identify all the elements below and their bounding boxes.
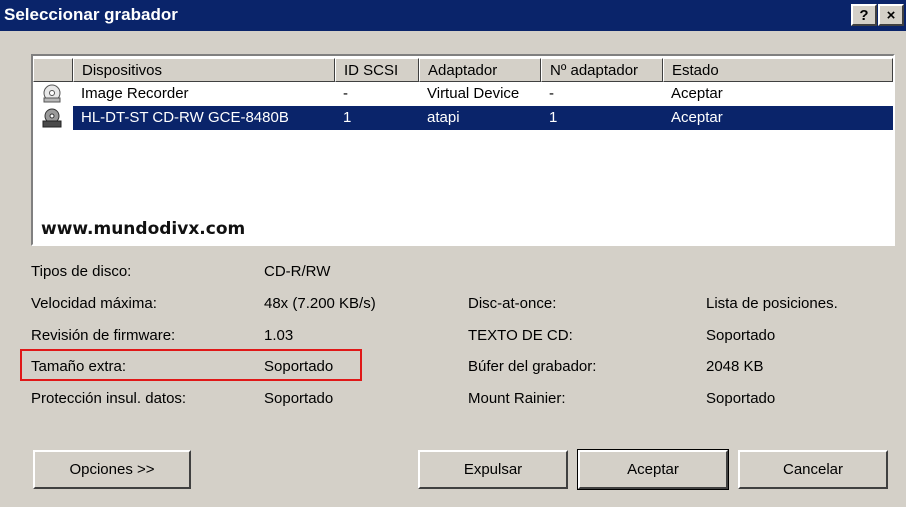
column-header-icon[interactable] [33, 58, 73, 82]
cancel-button[interactable]: Cancelar [738, 450, 888, 489]
adapter-number: 1 [549, 109, 558, 126]
data-protection-label: Protección insul. datos: [31, 390, 187, 407]
status: Aceptar [671, 85, 723, 102]
cd-text-value: Soportado [706, 327, 776, 344]
cd-text-label: TEXTO DE CD: [468, 327, 573, 344]
accept-button[interactable]: Aceptar [577, 449, 729, 490]
column-header-devices[interactable]: Dispositivos [73, 58, 335, 82]
data-protection-value: Soportado [264, 390, 334, 407]
scsi-id: 1 [343, 109, 352, 126]
adapter-number: - [549, 85, 554, 102]
mount-rainier-label: Mount Rainier: [468, 390, 566, 407]
disc-types-value: CD-R/RW [264, 263, 331, 280]
table-row-selected[interactable]: HL-DT-ST CD-RW GCE-8480B 1 atapi 1 Acept… [73, 106, 893, 130]
eject-button[interactable]: Expulsar [418, 450, 568, 489]
dao-label: Disc-at-once: [468, 295, 557, 312]
column-header-adapter-number[interactable]: Nº adaptador [541, 58, 663, 82]
close-button[interactable]: × [878, 4, 904, 26]
firmware-label: Revisión de firmware: [31, 327, 176, 344]
max-speed-label: Velocidad máxima: [31, 295, 157, 312]
dao-value: Lista de posiciones. [706, 295, 838, 312]
mount-rainier-value: Soportado [706, 390, 776, 407]
cd-drive-icon [42, 108, 62, 128]
help-button[interactable]: ? [851, 4, 877, 26]
device-list[interactable]: Dispositivos ID SCSI Adaptador Nº adapta… [31, 54, 895, 246]
highlight-box [20, 349, 362, 381]
column-header-status[interactable]: Estado [663, 58, 893, 82]
buffer-label: Búfer del grabador: [468, 358, 597, 375]
device-name: Image Recorder [81, 85, 189, 102]
watermark: www.mundodivx.com [41, 219, 246, 239]
disc-types-label: Tipos de disco: [31, 263, 132, 280]
scsi-id: - [343, 85, 348, 102]
options-button[interactable]: Opciones >> [33, 450, 191, 489]
status: Aceptar [671, 109, 723, 126]
firmware-value: 1.03 [264, 327, 294, 344]
column-header-adapter[interactable]: Adaptador [419, 58, 541, 82]
max-speed-value: 48x (7.200 KB/s) [264, 295, 376, 312]
column-header-scsi-id[interactable]: ID SCSI [335, 58, 419, 82]
image-recorder-icon [43, 84, 61, 103]
buffer-value: 2048 KB [706, 358, 764, 375]
device-name: HL-DT-ST CD-RW GCE-8480B [81, 109, 289, 126]
adapter: atapi [427, 109, 460, 126]
window-title: Seleccionar grabador [4, 5, 178, 24]
adapter: Virtual Device [427, 85, 520, 102]
title-bar[interactable]: Seleccionar grabador ? × [0, 0, 906, 31]
table-row[interactable]: Image Recorder - Virtual Device - Acepta… [73, 82, 893, 106]
